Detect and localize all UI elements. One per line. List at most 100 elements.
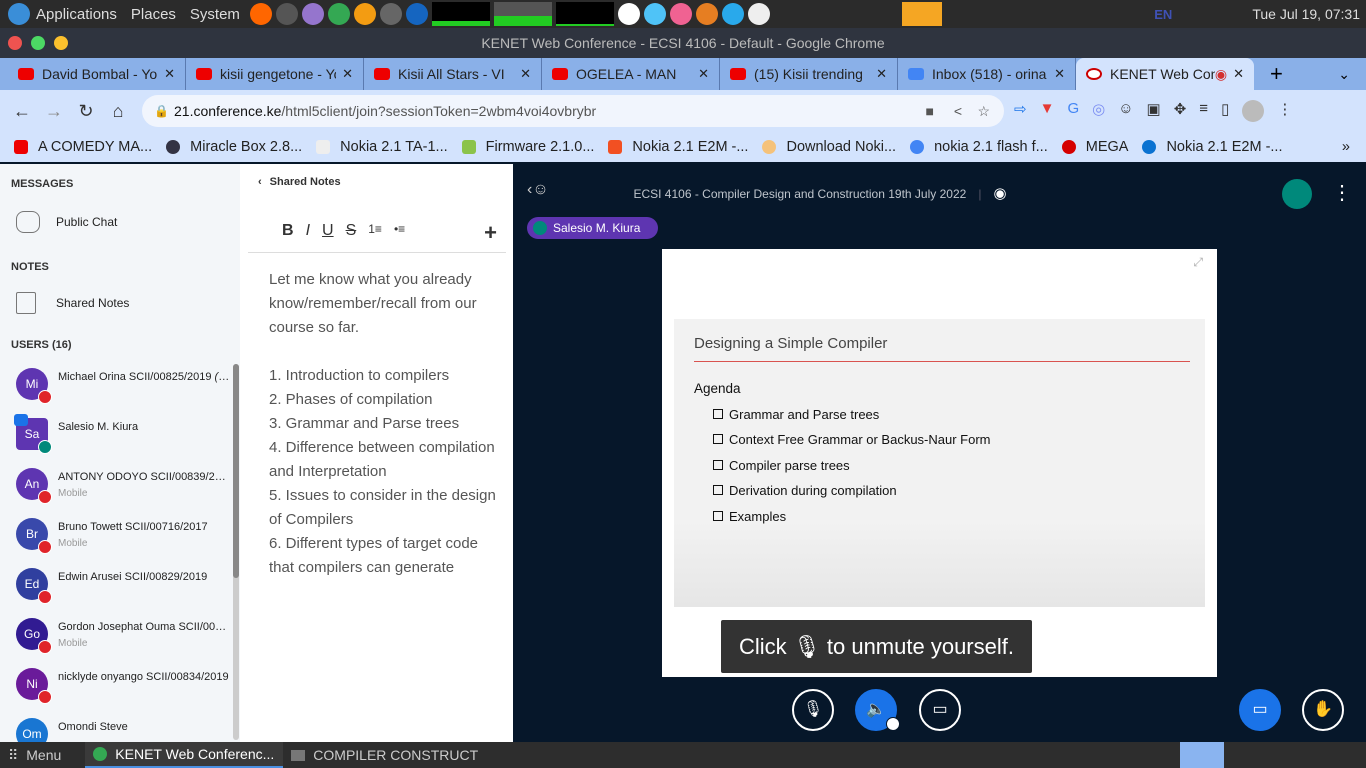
audio-options-chevron-icon[interactable]	[886, 717, 900, 731]
recording-indicator-icon[interactable]: ◉	[993, 185, 1006, 202]
extension-icon[interactable]: ⇨	[1014, 100, 1027, 122]
scrollbar-thumb[interactable]	[233, 364, 239, 578]
chess-icon[interactable]	[747, 3, 770, 25]
search-extension-icon[interactable]: ◎	[1092, 100, 1105, 122]
calculator-icon[interactable]	[643, 3, 666, 25]
ordered-list-button[interactable]: 1≡	[368, 222, 382, 240]
back-button[interactable]: ←	[6, 101, 38, 122]
minimize-window-button[interactable]	[54, 36, 68, 50]
bookmark-star-icon[interactable]: ☆	[977, 95, 990, 127]
share-icon[interactable]: <	[954, 95, 962, 127]
text-editor-icon[interactable]	[301, 3, 324, 25]
bookmark-item[interactable]: Nokia 2.1 E2M -...	[1142, 139, 1282, 155]
presentation-toggle-button[interactable]: ▭	[1239, 689, 1281, 731]
lock-icon[interactable]: 🔒	[154, 95, 169, 127]
maximize-window-button[interactable]	[31, 36, 45, 50]
bookmark-item[interactable]: Download Noki...	[762, 139, 896, 155]
notes-editor[interactable]: Let me know what you already know/rememb…	[269, 268, 499, 580]
reload-button[interactable]: ↻	[70, 101, 102, 122]
bookmark-item[interactable]: nokia 2.1 flash f...	[910, 139, 1048, 155]
telegram-icon[interactable]	[721, 3, 744, 25]
close-tab-icon[interactable]: ✕	[876, 66, 887, 82]
camera-icon[interactable]: ■	[926, 95, 934, 127]
clock[interactable]: Tue Jul 19, 07:31	[1252, 6, 1360, 22]
picture-in-picture-icon[interactable]: ▣	[1147, 100, 1161, 122]
share-webcam-button[interactable]: ▭	[919, 689, 961, 731]
tab-youtube[interactable]: OGELEA - MAN ✕	[542, 58, 720, 90]
shared-notes-item[interactable]: Shared Notes	[16, 292, 129, 314]
translate-icon[interactable]: G	[1067, 100, 1079, 122]
gimp-icon[interactable]	[695, 3, 718, 25]
bookmark-item[interactable]: Firmware 2.1.0...	[461, 139, 594, 155]
close-tab-icon[interactable]: ✕	[1233, 66, 1244, 82]
user-list-item[interactable]: Ni nicklyde onyango SCII/00834/2019	[16, 668, 236, 718]
tab-search-chevron-icon[interactable]: ⌄	[1338, 66, 1350, 83]
user-list-item[interactable]: Ed Edwin Arusei SCII/00829/2019	[16, 568, 236, 618]
more-bookmarks-icon[interactable]: »	[1342, 139, 1350, 155]
user-list-item[interactable]: GoGordon Josephat Ouma SCII/00845/2019Mo…	[16, 618, 236, 668]
close-window-button[interactable]	[8, 36, 22, 50]
url-input[interactable]: 🔒 21.conference.ke/html5client/join?sess…	[142, 95, 1004, 127]
bookmark-item[interactable]: Nokia 2.1 E2M -...	[608, 139, 748, 155]
close-tab-icon[interactable]: ✕	[342, 66, 353, 82]
profile-avatar[interactable]	[1242, 100, 1265, 122]
face-extension-icon[interactable]: ☺	[1118, 100, 1133, 122]
bookmark-item[interactable]: MEGA	[1061, 139, 1128, 155]
workspace-chrome-icon[interactable]	[1180, 742, 1224, 768]
close-tab-icon[interactable]: ✕	[1054, 66, 1065, 82]
bookmark-item[interactable]: A COMEDY MA...	[14, 139, 152, 155]
mu-icon[interactable]	[353, 3, 376, 25]
options-menu-icon[interactable]: ⋮	[1332, 180, 1352, 205]
taskbar-menu[interactable]: ⠿ Menu	[0, 742, 69, 768]
obs-icon[interactable]	[379, 3, 402, 25]
terminal-icon[interactable]	[275, 3, 298, 25]
pocket-icon[interactable]: ▼	[1040, 100, 1055, 122]
bookmark-item[interactable]: Miracle Box 2.8...	[166, 139, 302, 155]
media-control-icon[interactable]: ≡	[1199, 100, 1208, 122]
tab-youtube[interactable]: David Bombal - YouTube ✕	[8, 58, 186, 90]
bullet-list-button[interactable]: •≡	[394, 222, 405, 240]
new-tab-button[interactable]: +	[1270, 61, 1283, 87]
italic-button[interactable]: I	[306, 222, 310, 240]
taskbar-item-folder[interactable]: COMPILER CONSTRUCT	[283, 742, 486, 768]
home-button[interactable]: ⌂	[102, 101, 134, 122]
user-list-item[interactable]: Om Omondi Steve	[16, 718, 236, 742]
taskbar-item-chrome[interactable]: KENET Web Conferenc...	[85, 742, 284, 768]
forward-button[interactable]: →	[38, 101, 70, 122]
shared-notes-back[interactable]: ‹ Shared Notes	[258, 176, 341, 188]
underline-button[interactable]: U	[322, 222, 334, 240]
connection-status-icon[interactable]	[1282, 179, 1312, 209]
talking-indicator[interactable]: Salesio M. Kiura	[527, 217, 658, 239]
fullscreen-icon[interactable]: ⤢	[1193, 255, 1203, 270]
toggle-userlist-icon[interactable]: ‹☺	[527, 181, 549, 199]
raise-hand-button[interactable]: ✋	[1302, 689, 1344, 731]
close-tab-icon[interactable]: ✕	[164, 66, 175, 82]
close-tab-icon[interactable]: ✕	[698, 66, 709, 82]
strikethrough-button[interactable]: S	[346, 222, 357, 240]
unmute-button[interactable]: 🎙	[792, 689, 834, 731]
notes-more-button[interactable]: +	[484, 220, 497, 246]
audio-app-icon[interactable]	[669, 3, 692, 25]
side-panel-icon[interactable]: ▯	[1221, 100, 1229, 122]
tab-youtube[interactable]: Kisii All Stars - VI ✕	[364, 58, 542, 90]
bookmark-item[interactable]: Nokia 2.1 TA-1...	[316, 139, 448, 155]
keyboard-language[interactable]: EN	[1154, 7, 1172, 22]
network-icon[interactable]	[405, 3, 428, 25]
fish-icon[interactable]	[901, 2, 942, 26]
tab-youtube[interactable]: (15) Kisii trending ✕	[720, 58, 898, 90]
user-list-item[interactable]: An ANTONY ODOYO SCII/00839/2019 Mobile	[16, 468, 236, 518]
close-tab-icon[interactable]: ✕	[520, 66, 531, 82]
user-list-item[interactable]: Br Bruno Towett SCII/00716/2017 Mobile	[16, 518, 236, 568]
tab-kenet-active[interactable]: KENET Web Conference◉ ✕	[1076, 58, 1254, 90]
chrome-menu-icon[interactable]: ⋮	[1277, 100, 1292, 122]
user-list-scrollbar[interactable]	[233, 364, 239, 740]
menu-places[interactable]: Places	[131, 6, 176, 23]
public-chat-item[interactable]: Public Chat	[16, 211, 117, 233]
menu-system[interactable]: System	[190, 6, 240, 23]
firefox-icon[interactable]	[249, 3, 272, 25]
chrome-icon[interactable]	[327, 3, 350, 25]
user-list-item[interactable]: Sa Salesio M. Kiura	[14, 414, 236, 468]
tab-youtube[interactable]: kisii gengetone - YouTube ✕	[186, 58, 364, 90]
app-icon[interactable]	[617, 3, 640, 25]
distro-logo-icon[interactable]	[8, 3, 30, 25]
